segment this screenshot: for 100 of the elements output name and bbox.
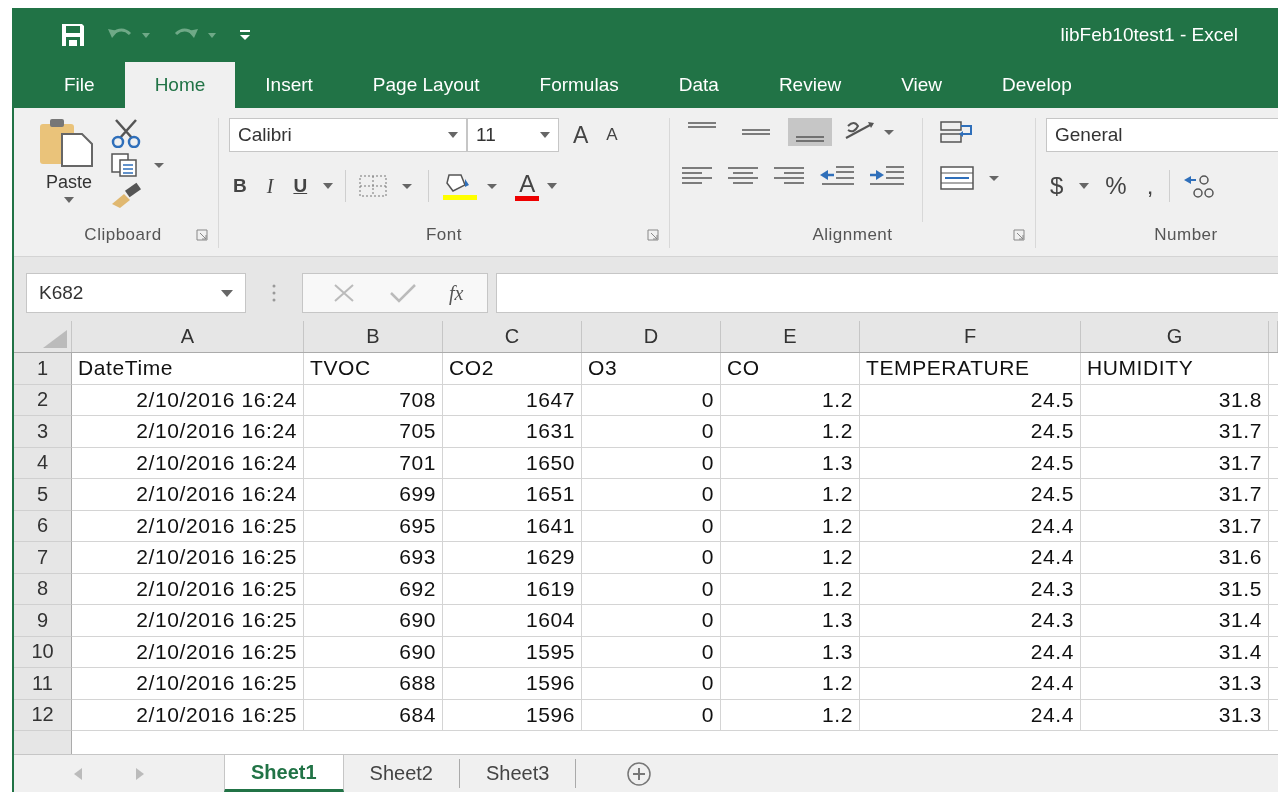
table-cell: 31.8 bbox=[1081, 384, 1269, 416]
align-left-icon[interactable] bbox=[680, 164, 714, 186]
vertical-align-button[interactable] bbox=[788, 118, 832, 146]
font-name-field[interactable]: Calibri bbox=[229, 118, 467, 152]
sheet-tab[interactable]: Sheet1 bbox=[224, 755, 344, 792]
paste-button[interactable]: Paste bbox=[38, 118, 100, 222]
save-icon[interactable] bbox=[60, 22, 86, 48]
table-cell: 0 bbox=[582, 573, 721, 605]
ribbon-tab[interactable]: Develop bbox=[972, 62, 1102, 108]
row-header[interactable]: 4 bbox=[14, 447, 72, 479]
table-cell: 24.4 bbox=[860, 636, 1081, 668]
ribbon-tab[interactable]: View bbox=[871, 62, 973, 108]
table-cell: 2/10/2016 16:25 bbox=[72, 542, 304, 574]
add-sheet-icon[interactable] bbox=[626, 760, 653, 787]
table-cell: 24.5 bbox=[860, 416, 1081, 448]
column-header[interactable]: B bbox=[304, 321, 443, 352]
table-cell: 31.7 bbox=[1081, 510, 1269, 542]
dropdown-arrow-icon[interactable] bbox=[547, 183, 558, 189]
ribbon-tab[interactable]: Formulas bbox=[509, 62, 649, 108]
table-cell: 2/10/2016 16:25 bbox=[72, 636, 304, 668]
dropdown-arrow-icon[interactable] bbox=[323, 183, 334, 189]
customize-icon[interactable] bbox=[238, 28, 252, 42]
table-cell: 1595 bbox=[443, 636, 582, 668]
checkmark-icon[interactable] bbox=[389, 283, 417, 303]
table-cell: 24.3 bbox=[860, 605, 1081, 637]
row-header[interactable]: 2 bbox=[14, 384, 72, 416]
table-cell: 24.5 bbox=[860, 447, 1081, 479]
row-header[interactable]: 12 bbox=[14, 699, 72, 731]
launcher-icon[interactable] bbox=[647, 229, 659, 241]
shrink-font-button[interactable]: A bbox=[602, 125, 622, 145]
dropdown-arrow-icon[interactable] bbox=[1079, 183, 1090, 189]
table-cell: 31.5 bbox=[1081, 573, 1269, 605]
caret-icon bbox=[448, 132, 458, 138]
underline-button[interactable]: U bbox=[289, 175, 312, 197]
table-cell: 1.2 bbox=[721, 479, 860, 511]
percent-button[interactable]: % bbox=[1101, 172, 1131, 200]
table-cell: 24.5 bbox=[860, 479, 1081, 511]
italic-button[interactable]: I bbox=[262, 174, 278, 198]
wrap-text-icon[interactable] bbox=[939, 118, 975, 146]
table-cell: 24.4 bbox=[860, 668, 1081, 700]
launcher-icon[interactable] bbox=[196, 229, 208, 241]
table-cell: 0 bbox=[582, 668, 721, 700]
column-header[interactable]: E bbox=[721, 321, 860, 352]
ribbon-tab[interactable]: Data bbox=[648, 62, 749, 108]
table-cell: 1651 bbox=[443, 479, 582, 511]
row-header[interactable]: 5 bbox=[14, 479, 72, 511]
ribbon-tab[interactable]: Review bbox=[748, 62, 872, 108]
column-header[interactable]: D bbox=[582, 321, 721, 352]
formula-field[interactable] bbox=[496, 273, 1278, 313]
table-cell: CO2 bbox=[443, 353, 582, 385]
insert-function-button[interactable]: fx bbox=[449, 281, 464, 305]
font-size-field[interactable]: 11 bbox=[467, 118, 559, 152]
column-header[interactable]: C bbox=[443, 321, 582, 352]
column-header[interactable]: G bbox=[1081, 321, 1269, 352]
table-cell: 1631 bbox=[443, 416, 582, 448]
column-header[interactable]: F bbox=[860, 321, 1081, 352]
table-cell: 2/10/2016 16:24 bbox=[72, 447, 304, 479]
sheet-tab[interactable]: Sheet3 bbox=[460, 759, 577, 788]
group-label: Font bbox=[426, 225, 462, 245]
comma-button[interactable]: , bbox=[1142, 172, 1158, 200]
ribbon-tab[interactable]: File bbox=[34, 62, 125, 108]
ribbon-tab[interactable]: Page Layout bbox=[342, 62, 510, 108]
align-right-icon[interactable] bbox=[772, 164, 806, 186]
row-header[interactable]: 6 bbox=[14, 510, 72, 542]
column-header[interactable]: A bbox=[72, 321, 304, 352]
row-header[interactable]: 1 bbox=[14, 353, 72, 385]
table-cell: 24.4 bbox=[860, 542, 1081, 574]
increase-indent-icon[interactable] bbox=[868, 164, 906, 186]
table-cell: 695 bbox=[304, 510, 443, 542]
currency-button[interactable]: $ bbox=[1046, 172, 1068, 200]
launcher-icon[interactable] bbox=[1013, 229, 1025, 241]
font-color-button[interactable]: A bbox=[515, 171, 540, 201]
row-header[interactable]: 7 bbox=[14, 542, 72, 574]
row-header[interactable]: 11 bbox=[14, 668, 72, 700]
align-center-icon[interactable] bbox=[726, 164, 760, 186]
table-cell: 0 bbox=[582, 605, 721, 637]
scissors-icon[interactable] bbox=[110, 118, 142, 148]
name-box[interactable]: K682 bbox=[26, 273, 246, 313]
copy-icon[interactable] bbox=[110, 152, 166, 178]
table-cell: TEMPERATURE bbox=[860, 353, 1081, 385]
table-cell: 0 bbox=[582, 636, 721, 668]
table-cell: 708 bbox=[304, 384, 443, 416]
brush-icon[interactable] bbox=[110, 182, 144, 208]
row-header[interactable]: 8 bbox=[14, 573, 72, 605]
table-cell: 31.7 bbox=[1081, 479, 1269, 511]
sheet-tab[interactable]: Sheet2 bbox=[343, 759, 460, 788]
grow-font-button[interactable]: A bbox=[569, 121, 593, 149]
align-top-icon bbox=[688, 122, 716, 128]
number-format-field[interactable]: General bbox=[1046, 118, 1278, 152]
increase-decimal-icon[interactable] bbox=[1182, 173, 1217, 199]
row-header[interactable]: 3 bbox=[14, 416, 72, 448]
caret-icon bbox=[221, 289, 233, 297]
decrease-indent-icon[interactable] bbox=[818, 164, 856, 186]
row-header[interactable]: 9 bbox=[14, 605, 72, 637]
group-label: Number bbox=[1154, 225, 1218, 245]
ribbon-tab[interactable]: Insert bbox=[235, 62, 343, 108]
ribbon-tab[interactable]: Home bbox=[124, 62, 236, 108]
row-header[interactable]: 10 bbox=[14, 636, 72, 668]
table-cell: 2/10/2016 16:25 bbox=[72, 668, 304, 700]
bold-button[interactable]: B bbox=[229, 175, 251, 197]
